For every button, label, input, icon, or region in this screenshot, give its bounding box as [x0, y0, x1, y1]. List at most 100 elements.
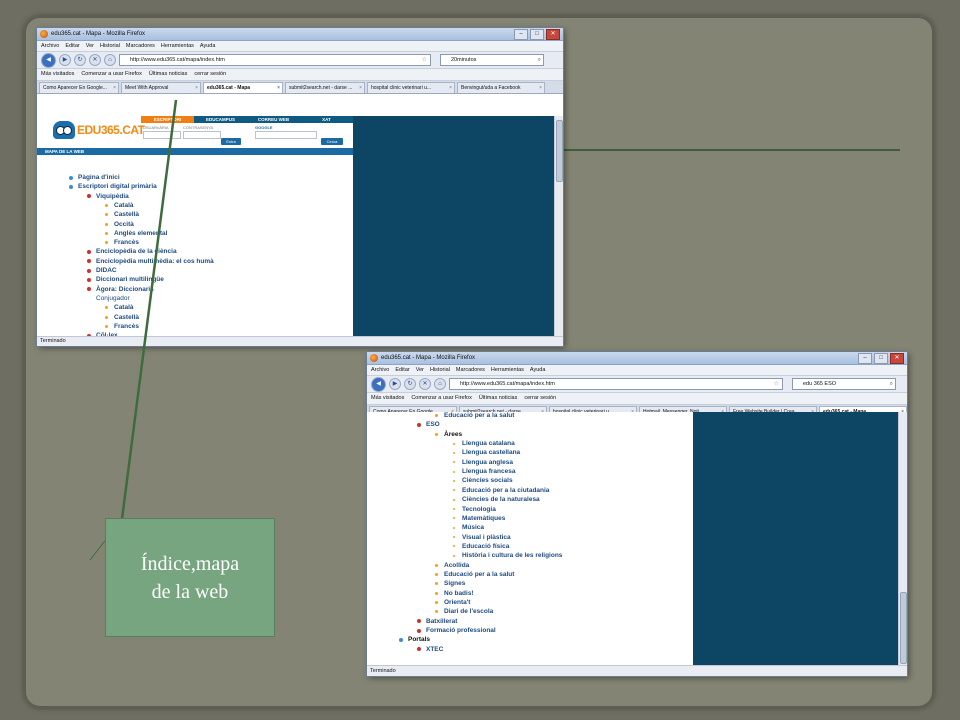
site-map-link[interactable]: Francès: [105, 239, 139, 246]
back-button[interactable]: ◀: [371, 376, 386, 392]
reload-icon[interactable]: ↻: [74, 54, 86, 66]
nav-escriptori[interactable]: ESCRIPTORI: [141, 116, 194, 123]
search-input[interactable]: edu 365 ESO ⌕: [792, 378, 896, 390]
menu-archivo[interactable]: Archivo: [371, 365, 389, 375]
edu365-logo[interactable]: EDU365.CAT: [53, 121, 145, 141]
site-map-link[interactable]: Francès: [105, 323, 139, 330]
bookmark-item[interactable]: Comenzar a usar Firefox: [81, 69, 142, 80]
menu-ayuda[interactable]: Ayuda: [530, 365, 546, 375]
url-bar[interactable]: http://www.edu365.cat/mapa/index.htm ☆: [119, 54, 431, 66]
maximize-button[interactable]: □: [530, 29, 544, 40]
browser-tab[interactable]: Benvingut/uda a Facebook ×: [457, 82, 545, 93]
site-map-link[interactable]: Diari de l'escola: [435, 608, 493, 615]
browser-tab[interactable]: hospital clinic veterinari u... ×: [367, 82, 455, 93]
site-map-link[interactable]: Educació física: [453, 543, 509, 550]
site-map-link[interactable]: Batxillerat: [417, 618, 457, 625]
back-button[interactable]: ◀: [41, 52, 56, 68]
forward-button[interactable]: ▶: [59, 54, 71, 66]
site-map-link[interactable]: Signes: [435, 580, 465, 587]
menu-herramientas[interactable]: Herramientas: [161, 41, 194, 51]
site-map-link[interactable]: Portals: [399, 636, 430, 643]
menu-marcadores[interactable]: Marcadores: [456, 365, 485, 375]
nav-correu-web[interactable]: CORREU WEB: [247, 116, 300, 123]
site-map-link[interactable]: Música: [453, 524, 484, 531]
search-icon[interactable]: ⌕: [538, 55, 541, 65]
tab-close-icon[interactable]: ×: [539, 83, 542, 93]
bookmark-item[interactable]: cerrar sesión: [194, 69, 226, 80]
menu-archivo[interactable]: Archivo: [41, 41, 59, 51]
close-button[interactable]: ✕: [546, 29, 560, 40]
browser-tab[interactable]: Meet With Approval ×: [121, 82, 201, 93]
bookmark-item[interactable]: cerrar sesión: [524, 393, 556, 404]
home-icon[interactable]: ⌂: [434, 378, 446, 390]
tab-close-icon[interactable]: ×: [113, 83, 116, 93]
bookmark-item[interactable]: Más visitados: [371, 393, 404, 404]
browser-tab-active[interactable]: edu365.cat - Mapa ×: [203, 82, 283, 93]
tab-close-icon[interactable]: ×: [277, 83, 280, 93]
bookmark-star-icon[interactable]: ☆: [422, 55, 427, 65]
tab-close-icon[interactable]: ×: [195, 83, 198, 93]
site-map-link[interactable]: Educació per a la salut: [435, 412, 514, 419]
tab-close-icon[interactable]: ×: [359, 83, 362, 93]
site-map-link[interactable]: Escriptori digital primària: [69, 183, 157, 190]
site-map-link[interactable]: Català: [105, 202, 134, 209]
site-map-link[interactable]: Visual i plàstica: [453, 534, 511, 541]
site-map-link[interactable]: Àrees: [435, 431, 462, 438]
browser-tab[interactable]: Como Aparecer En Google... ×: [39, 82, 119, 93]
site-map-link[interactable]: DIDAC: [87, 267, 117, 274]
menu-ver[interactable]: Ver: [86, 41, 94, 51]
bookmark-item[interactable]: Últimas noticias: [479, 393, 518, 404]
bookmark-item[interactable]: Comenzar a usar Firefox: [411, 393, 472, 404]
site-map-link[interactable]: Viquipèdia: [87, 193, 129, 200]
site-map-link[interactable]: Català: [105, 304, 134, 311]
site-map-link[interactable]: Formació professional: [417, 627, 496, 634]
site-map-link[interactable]: XTEC: [417, 646, 443, 653]
vertical-scrollbar[interactable]: [554, 116, 563, 337]
google-search-button[interactable]: Cerca: [321, 138, 343, 145]
site-map-link[interactable]: Castellà: [105, 314, 139, 321]
site-map-link[interactable]: Ciències de la naturalesa: [453, 496, 540, 503]
stop-icon[interactable]: ✕: [89, 54, 101, 66]
search-input[interactable]: 20minutos ⌕: [440, 54, 544, 66]
vertical-scrollbar[interactable]: [898, 412, 907, 666]
site-map-link[interactable]: Ciències socials: [453, 477, 513, 484]
site-map-link[interactable]: Acollida: [435, 562, 469, 569]
close-button[interactable]: ✕: [890, 353, 904, 364]
site-map-link[interactable]: ESO: [417, 421, 440, 428]
minimize-button[interactable]: –: [514, 29, 528, 40]
browser-tab[interactable]: submit2search.net - darse ... ×: [285, 82, 365, 93]
site-map-link[interactable]: Castellà: [105, 211, 139, 218]
home-icon[interactable]: ⌂: [104, 54, 116, 66]
bookmark-item[interactable]: Últimas noticias: [149, 69, 188, 80]
menu-ver[interactable]: Ver: [416, 365, 424, 375]
search-icon[interactable]: ⌕: [890, 379, 893, 389]
menu-historial[interactable]: Historial: [430, 365, 450, 375]
site-map-link[interactable]: Enciclopèdia de la ciència: [87, 248, 177, 255]
menu-editar[interactable]: Editar: [65, 41, 79, 51]
site-map-link[interactable]: Matemàtiques: [453, 515, 505, 522]
maximize-button[interactable]: □: [874, 353, 888, 364]
menu-historial[interactable]: Historial: [100, 41, 120, 51]
site-map-link[interactable]: Anglès elemental: [105, 230, 167, 237]
site-map-link[interactable]: Llengua castellana: [453, 449, 520, 456]
site-map-link[interactable]: Llengua francesa: [453, 468, 515, 475]
bookmark-star-icon[interactable]: ☆: [774, 379, 779, 389]
site-map-link[interactable]: Diccionari multilingüe: [87, 276, 164, 283]
google-search-field[interactable]: [255, 131, 317, 139]
site-map-link[interactable]: Pàgina d'inici: [69, 174, 120, 181]
user-field[interactable]: [143, 131, 181, 139]
site-map-link[interactable]: Orienta't: [435, 599, 470, 606]
scrollbar-thumb[interactable]: [556, 120, 563, 182]
login-button[interactable]: Entra: [221, 138, 241, 145]
minimize-button[interactable]: –: [858, 353, 872, 364]
url-bar[interactable]: http://www.edu365.cat/mapa/index.htm ☆: [449, 378, 783, 390]
site-map-link[interactable]: Enciclopèdia multimèdia: el cos humà: [87, 258, 214, 265]
site-map-link[interactable]: Tecnologia: [453, 506, 496, 513]
tab-close-icon[interactable]: ×: [449, 83, 452, 93]
nav-xat[interactable]: XAT: [300, 116, 353, 123]
nav-educampus[interactable]: EDUCAMPUS: [194, 116, 247, 123]
site-map-link[interactable]: Occità: [105, 221, 134, 228]
scrollbar-thumb[interactable]: [900, 592, 907, 664]
menu-herramientas[interactable]: Herramientas: [491, 365, 524, 375]
bookmark-item[interactable]: Más visitados: [41, 69, 74, 80]
